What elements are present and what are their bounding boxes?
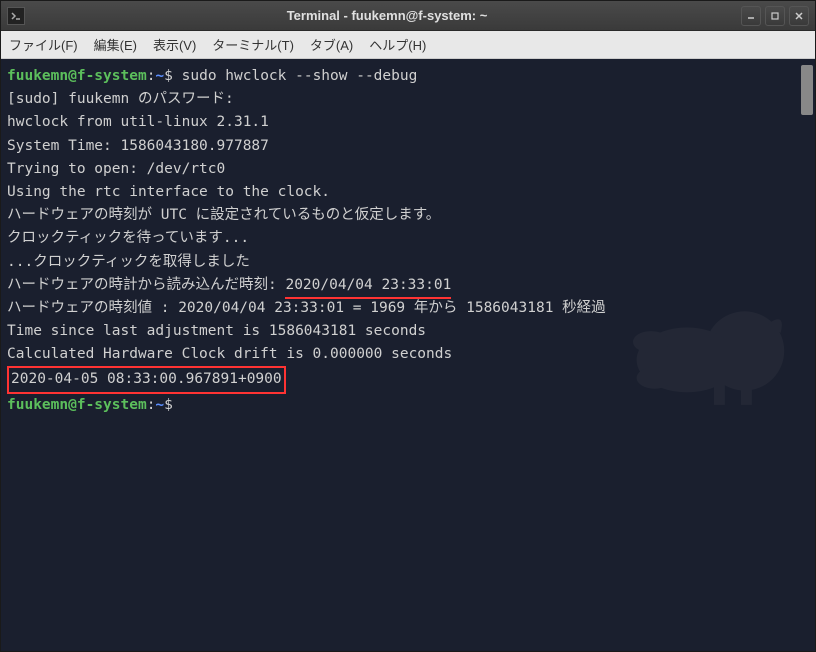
output-line-highlighted: ハードウェアの時計から読み込んだ時刻: 2020/04/04 23:33:01	[7, 274, 809, 297]
output-line: ハードウェアの時刻が UTC に設定されているものと仮定します。	[7, 204, 809, 227]
output-line: ハードウェアの時刻値 : 2020/04/04 23:33:01 = 1969 …	[7, 297, 809, 320]
command-text: sudo hwclock --show --debug	[182, 68, 418, 84]
menu-view[interactable]: 表示(V)	[153, 35, 196, 54]
prompt-path: ~	[155, 397, 164, 413]
prompt-line-2: fuukemn@f-system:~$	[7, 394, 809, 417]
output-line: Time since last adjustment is 1586043181…	[7, 320, 809, 343]
terminal-window: Terminal - fuukemn@f-system: ~ ファイル(F) 編…	[0, 0, 816, 652]
maximize-button[interactable]	[765, 6, 785, 26]
boxed-timestamp: 2020-04-05 08:33:00.967891+0900	[7, 366, 286, 393]
output-prefix: ハードウェアの時計から読み込んだ時刻:	[7, 277, 285, 293]
prompt-path: ~	[155, 68, 164, 84]
terminal-content: fuukemn@f-system:~$ sudo hwclock --show …	[7, 65, 809, 417]
window-controls	[741, 6, 809, 26]
output-line: System Time: 1586043180.977887	[7, 135, 809, 158]
prompt-line-1: fuukemn@f-system:~$ sudo hwclock --show …	[7, 65, 809, 88]
menu-file[interactable]: ファイル(F)	[9, 35, 78, 54]
underlined-timestamp: 2020/04/04 23:33:01	[285, 274, 451, 297]
terminal-body[interactable]: fuukemn@f-system:~$ sudo hwclock --show …	[1, 59, 815, 651]
menu-help[interactable]: ヘルプ(H)	[369, 35, 426, 54]
menu-tabs[interactable]: タブ(A)	[310, 35, 353, 54]
prompt-dollar: $	[164, 68, 181, 84]
prompt-user: fuukemn@f-system	[7, 397, 147, 413]
menubar: ファイル(F) 編集(E) 表示(V) ターミナル(T) タブ(A) ヘルプ(H…	[1, 31, 815, 59]
output-line: ...クロックティックを取得しました	[7, 251, 809, 274]
output-line: Trying to open: /dev/rtc0	[7, 158, 809, 181]
output-line: Using the rtc interface to the clock.	[7, 181, 809, 204]
window-title: Terminal - fuukemn@f-system: ~	[33, 8, 741, 23]
minimize-button[interactable]	[741, 6, 761, 26]
prompt-user: fuukemn@f-system	[7, 68, 147, 84]
prompt-dollar: $	[164, 397, 173, 413]
close-button[interactable]	[789, 6, 809, 26]
titlebar[interactable]: Terminal - fuukemn@f-system: ~	[1, 1, 815, 31]
output-line: hwclock from util-linux 2.31.1	[7, 111, 809, 134]
output-line: クロックティックを待っています...	[7, 227, 809, 250]
output-line: [sudo] fuukemn のパスワード:	[7, 88, 809, 111]
terminal-icon	[7, 7, 25, 25]
menu-terminal[interactable]: ターミナル(T)	[212, 35, 294, 54]
output-line-boxed: 2020-04-05 08:33:00.967891+0900	[7, 366, 809, 393]
menu-edit[interactable]: 編集(E)	[94, 35, 137, 54]
output-line: Calculated Hardware Clock drift is 0.000…	[7, 343, 809, 366]
